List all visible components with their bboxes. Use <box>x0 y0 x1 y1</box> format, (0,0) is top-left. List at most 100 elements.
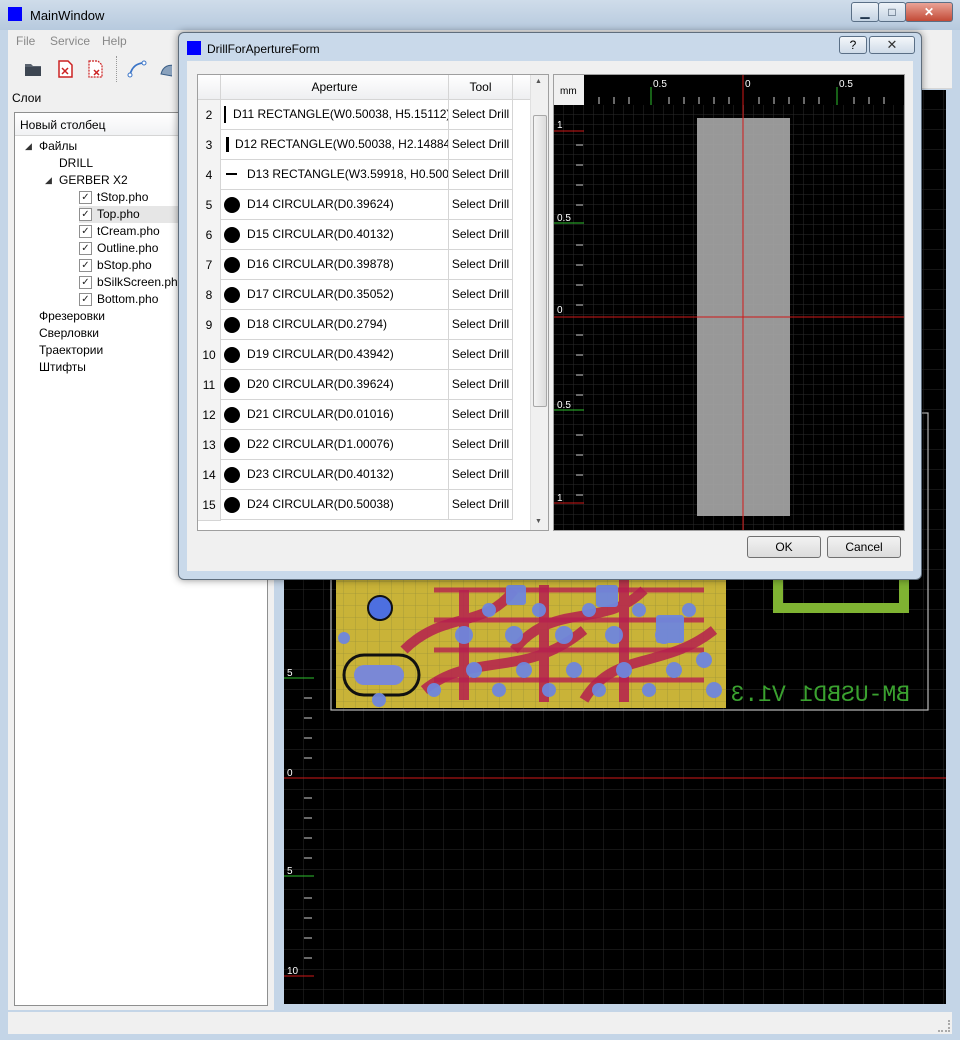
row-number[interactable]: 7 <box>198 250 221 281</box>
layer-checkbox[interactable]: ✓ <box>79 208 92 221</box>
row-number[interactable]: 6 <box>198 220 221 251</box>
file-remove-icon <box>58 60 73 78</box>
row-number[interactable]: 12 <box>198 400 221 431</box>
menu-service[interactable]: Service <box>50 34 90 48</box>
aperture-label: D12 RECTANGLE(W0.50038, H2.14884) <box>235 137 449 151</box>
tree-item-layer-file[interactable]: ✓ tStop.pho <box>79 189 179 206</box>
resize-grip[interactable] <box>938 1020 950 1032</box>
row-number[interactable]: 14 <box>198 460 221 491</box>
row-number-header[interactable] <box>198 75 221 99</box>
menu-help[interactable]: Help <box>102 34 127 48</box>
tree-item-drill[interactable]: DRILL <box>59 155 93 172</box>
tree-item-layer-file[interactable]: ✓ Top.pho <box>79 206 179 223</box>
layer-checkbox[interactable]: ✓ <box>79 225 92 238</box>
aperture-row[interactable]: 14 D23 CIRCULAR(D0.40132) Select Drill <box>198 460 530 491</box>
tree-item-milling[interactable]: Фрезеровки <box>39 308 105 325</box>
aperture-row[interactable]: 5 D14 CIRCULAR(D0.39624) Select Drill <box>198 190 530 221</box>
row-number[interactable]: 13 <box>198 430 221 461</box>
aperture-row[interactable]: 12 D21 CIRCULAR(D0.01016) Select Drill <box>198 400 530 431</box>
curve-path-icon <box>127 60 147 78</box>
dialog-close-button[interactable]: ✕ <box>869 36 915 54</box>
aperture-cell: D12 RECTANGLE(W0.50038, H2.14884) <box>221 130 449 160</box>
path-tool-button[interactable] <box>126 58 148 80</box>
maximize-button[interactable]: □ <box>878 2 906 22</box>
layer-checkbox[interactable]: ✓ <box>79 293 92 306</box>
dialog-help-button[interactable]: ? <box>839 36 867 54</box>
aperture-table[interactable]: Aperture Tool 2 D11 RECTANGLE(W0.50038, H… <box>197 74 549 531</box>
minimize-button[interactable]: ▁ <box>851 2 879 22</box>
select-drill-cell[interactable]: Select Drill <box>449 460 513 490</box>
select-drill-cell[interactable]: Select Drill <box>449 130 513 160</box>
tree-item-label: Фрезеровки <box>39 309 105 323</box>
tree-item-paths[interactable]: Траектории <box>39 342 103 359</box>
select-drill-cell[interactable]: Select Drill <box>449 160 513 190</box>
layer-checkbox[interactable]: ✓ <box>79 276 92 289</box>
row-number[interactable]: 2 <box>198 100 221 131</box>
aperture-row[interactable]: 15 D24 CIRCULAR(D0.50038) Select Drill <box>198 490 530 521</box>
delete-file-button[interactable] <box>84 58 106 80</box>
select-drill-cell[interactable]: Select Drill <box>449 280 513 310</box>
table-scrollbar[interactable]: ▲ ▼ <box>530 75 548 530</box>
tree-item-layer-file[interactable]: ✓ bSilkScreen.pho <box>79 274 184 291</box>
scroll-up-icon[interactable]: ▲ <box>535 78 542 85</box>
select-drill-cell[interactable]: Select Drill <box>449 430 513 460</box>
select-drill-cell[interactable]: Select Drill <box>449 490 513 520</box>
silkscreen-label: BM-USBD1 V1.3 <box>731 682 910 708</box>
aperture-row[interactable]: 3 D12 RECTANGLE(W0.50038, H2.14884) Select… <box>198 130 530 161</box>
aperture-row[interactable]: 11 D20 CIRCULAR(D0.39624) Select Drill <box>198 370 530 401</box>
layers-panel-title: Слои <box>12 91 42 105</box>
layer-checkbox[interactable]: ✓ <box>79 242 92 255</box>
aperture-row[interactable]: 6 D15 CIRCULAR(D0.40132) Select Drill <box>198 220 530 251</box>
aperture-preview[interactable]: mm 0.5 0 0.5 1 0.5 0 0.5 1 <box>553 74 905 531</box>
select-drill-cell[interactable]: Select Drill <box>449 340 513 370</box>
cancel-button[interactable]: Cancel <box>827 536 901 558</box>
select-drill-cell[interactable]: Select Drill <box>449 400 513 430</box>
expand-arrow-icon[interactable]: ◢ <box>25 138 32 155</box>
row-number[interactable]: 11 <box>198 370 221 401</box>
tree-item-layer-file[interactable]: ✓ Outline.pho <box>79 240 179 257</box>
tree-item-pins[interactable]: Штифты <box>39 359 86 376</box>
select-drill-cell[interactable]: Select Drill <box>449 100 513 130</box>
circle-aperture-icon <box>224 197 240 213</box>
row-number[interactable]: 5 <box>198 190 221 221</box>
tree-item-layer-file[interactable]: ✓ bStop.pho <box>79 257 179 274</box>
open-folder-button[interactable] <box>22 58 44 80</box>
aperture-cell: D13 RECTANGLE(W3.59918, H0.50038) <box>221 160 449 190</box>
tree-item-label: Штифты <box>39 360 86 374</box>
scrollbar-thumb[interactable] <box>533 115 547 407</box>
select-drill-cell[interactable]: Select Drill <box>449 220 513 250</box>
aperture-row[interactable]: 8 D17 CIRCULAR(D0.35052) Select Drill <box>198 280 530 311</box>
row-number[interactable]: 4 <box>198 160 221 191</box>
aperture-row[interactable]: 2 D11 RECTANGLE(W0.50038, H5.15112) Select… <box>198 100 530 131</box>
layer-checkbox[interactable]: ✓ <box>79 259 92 272</box>
column-header-aperture[interactable]: Aperture <box>221 75 449 99</box>
pocket-tool-button[interactable] <box>158 58 172 80</box>
ok-button[interactable]: OK <box>747 536 821 558</box>
layer-checkbox[interactable]: ✓ <box>79 191 92 204</box>
row-number[interactable]: 3 <box>198 130 221 161</box>
close-file-button[interactable] <box>54 58 76 80</box>
tree-item-layer-file[interactable]: ✓ tCream.pho <box>79 223 179 240</box>
select-drill-cell[interactable]: Select Drill <box>449 370 513 400</box>
tree-item-layer-file[interactable]: ✓ Bottom.pho <box>79 291 179 308</box>
circle-aperture-icon <box>224 287 240 303</box>
select-drill-cell[interactable]: Select Drill <box>449 250 513 280</box>
row-number[interactable]: 10 <box>198 340 221 371</box>
expand-arrow-icon[interactable]: ◢ <box>45 172 52 189</box>
scroll-down-icon[interactable]: ▼ <box>535 518 542 525</box>
tree-item-drilling[interactable]: Сверловки <box>39 325 99 342</box>
row-number[interactable]: 8 <box>198 280 221 311</box>
column-header-tool[interactable]: Tool <box>449 75 513 99</box>
close-button[interactable]: ✕ <box>905 2 953 22</box>
aperture-row[interactable]: 10 D19 CIRCULAR(D0.43942) Select Drill <box>198 340 530 371</box>
select-drill-cell[interactable]: Select Drill <box>449 190 513 220</box>
aperture-label: D11 RECTANGLE(W0.50038, H5.15112) <box>233 107 449 121</box>
select-drill-cell[interactable]: Select Drill <box>449 310 513 340</box>
row-number[interactable]: 9 <box>198 310 221 341</box>
aperture-row[interactable]: 13 D22 CIRCULAR(D1.00076) Select Drill <box>198 430 530 461</box>
aperture-row[interactable]: 4 D13 RECTANGLE(W3.59918, H0.50038) Select… <box>198 160 530 191</box>
aperture-row[interactable]: 9 D18 CIRCULAR(D0.2794) Select Drill <box>198 310 530 341</box>
row-number[interactable]: 15 <box>198 490 221 521</box>
menu-file[interactable]: File <box>16 34 35 48</box>
aperture-row[interactable]: 7 D16 CIRCULAR(D0.39878) Select Drill <box>198 250 530 281</box>
